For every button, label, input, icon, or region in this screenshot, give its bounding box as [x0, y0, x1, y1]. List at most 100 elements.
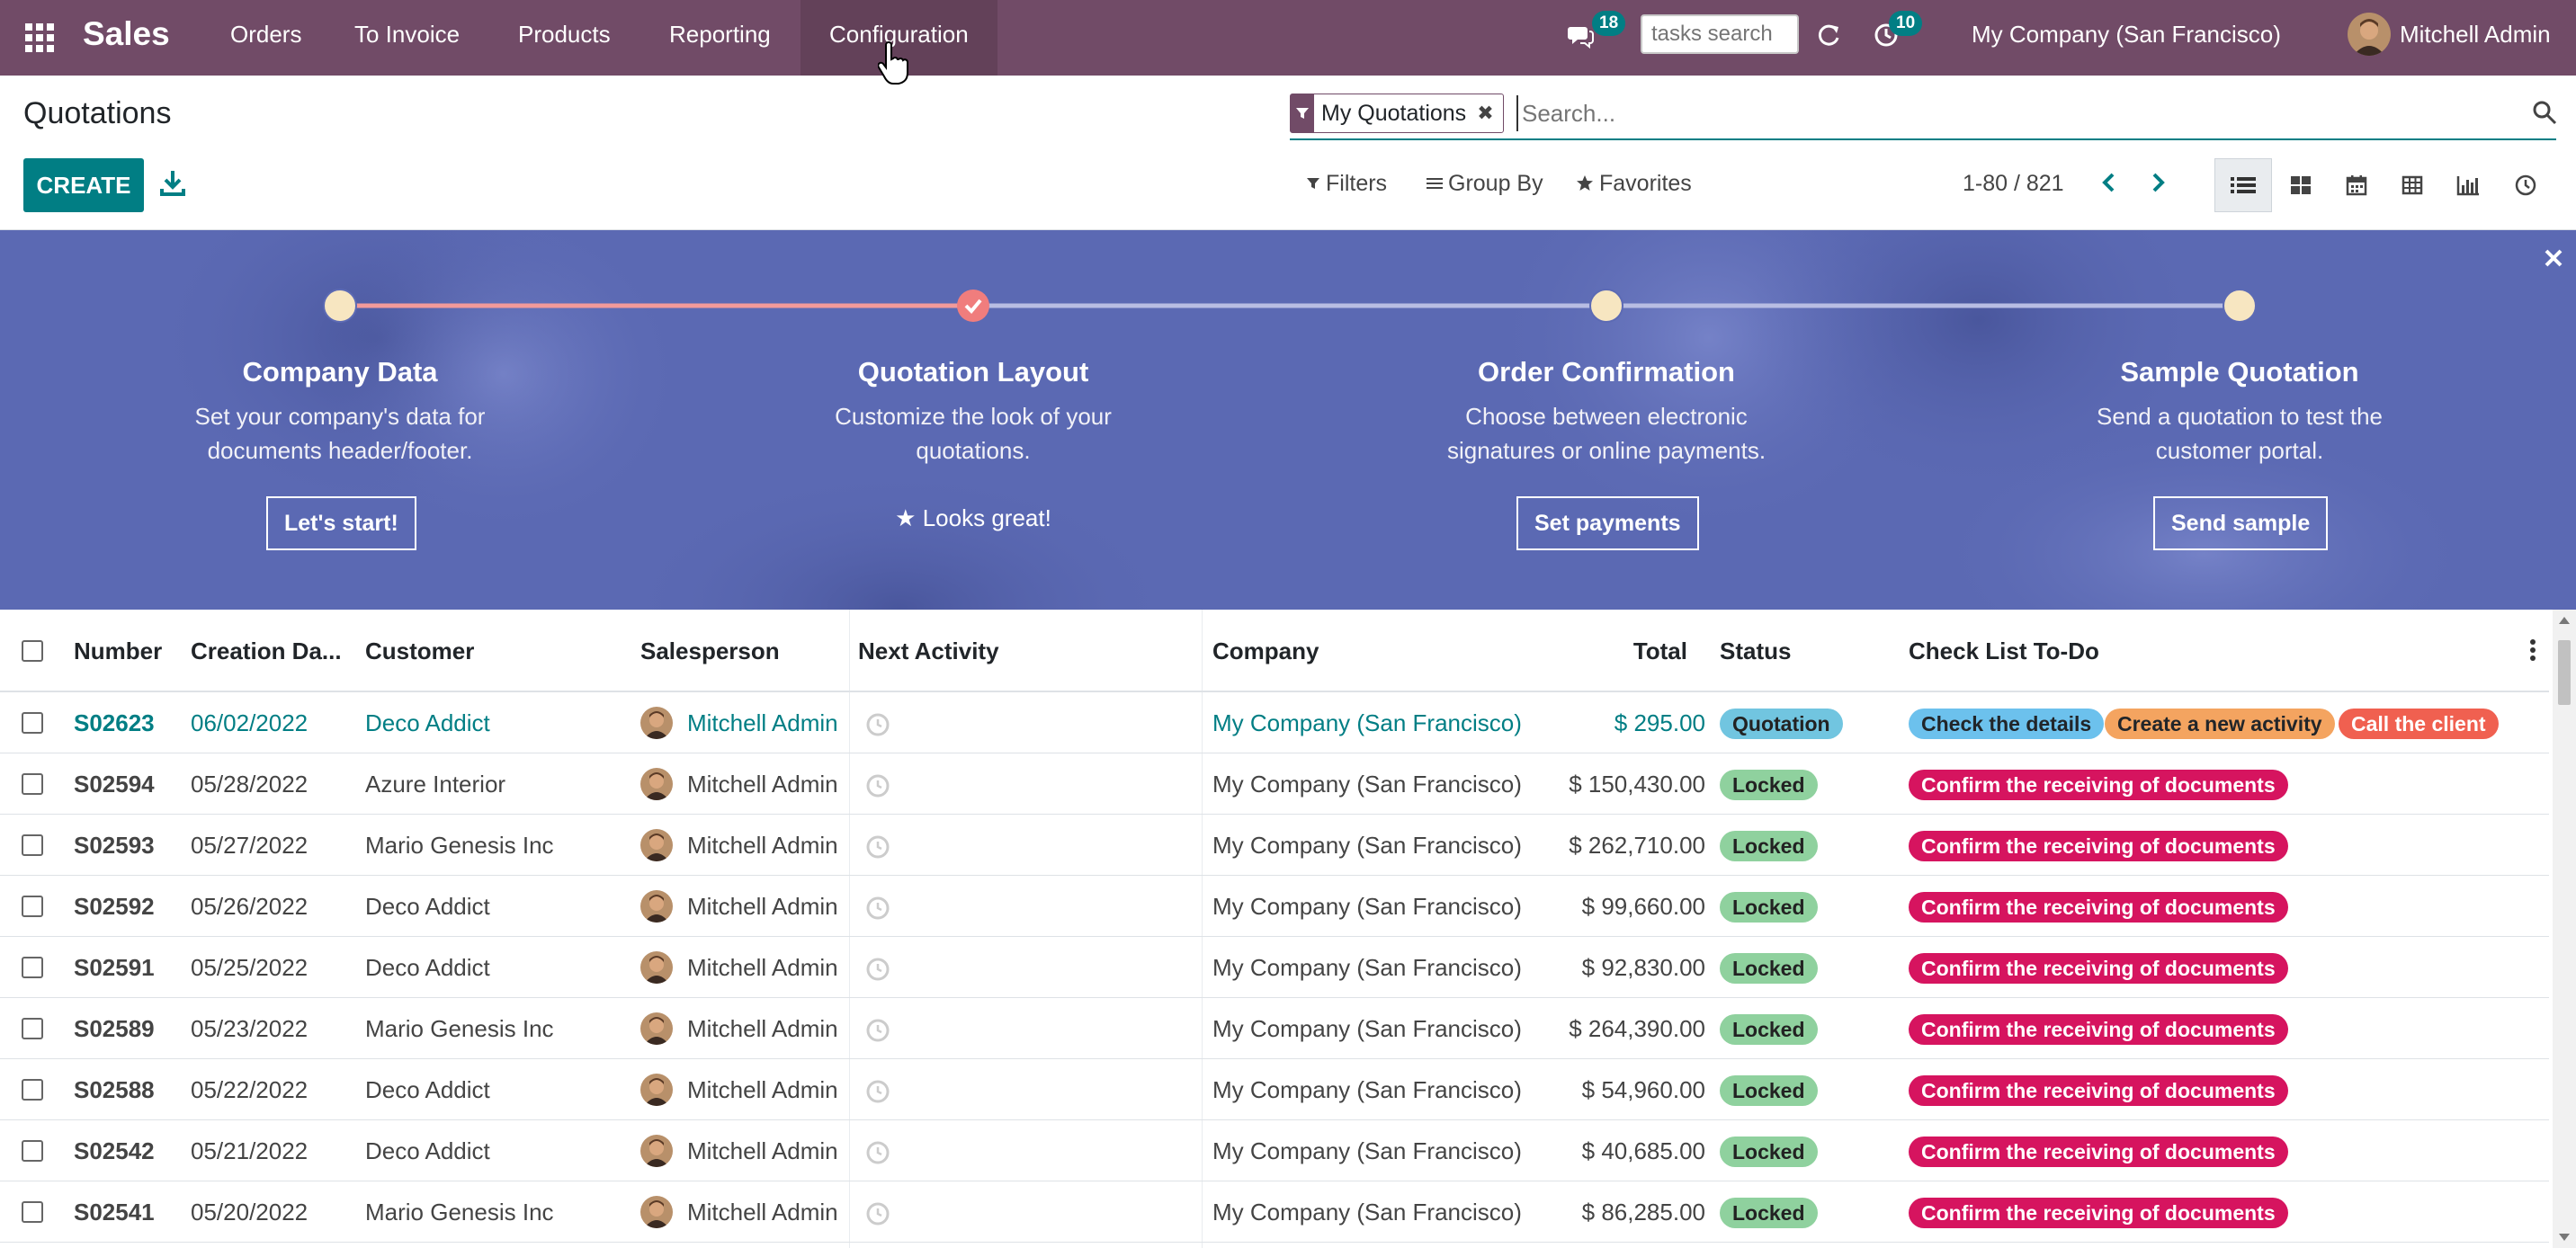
pager-next-icon[interactable]: [2144, 169, 2171, 196]
favorites-toggle[interactable]: Favorites: [1576, 167, 1692, 200]
quotation-number: S02623: [74, 709, 155, 736]
menu-to-invoice[interactable]: To Invoice: [326, 0, 488, 76]
list-scrollbar[interactable]: [2553, 610, 2576, 1248]
step-order-confirmation: Order Confirmation Choose between electr…: [1409, 354, 1804, 468]
download-icon[interactable]: [158, 167, 187, 200]
row-checkbox[interactable]: [22, 1201, 43, 1223]
pivot-view-button[interactable]: [2384, 158, 2441, 212]
table-row[interactable]: S02623 06/02/2022 Deco Addict Mitchell Admi…: [0, 692, 2549, 753]
column-next-activity[interactable]: Next Activity: [858, 610, 999, 692]
activity-clock-icon[interactable]: [865, 896, 890, 921]
column-status[interactable]: Status: [1720, 610, 1791, 692]
scroll-thumb[interactable]: [2558, 640, 2571, 705]
step-desc-line: Choose between electronic: [1465, 403, 1748, 430]
checklist-tag[interactable]: Confirm the receiving of documents: [1909, 892, 2288, 923]
salesperson-name: Mitchell Admin: [687, 1015, 838, 1042]
messages-icon[interactable]: [1567, 23, 1594, 49]
step-description: Choose between electronic signatures or …: [1409, 399, 1804, 468]
search-icon[interactable]: [2531, 99, 2558, 126]
activity-view-button[interactable]: [2497, 158, 2554, 212]
column-number[interactable]: Number: [74, 610, 162, 692]
checklist-tag[interactable]: Create a new activity: [2105, 709, 2335, 739]
activity-clock-icon[interactable]: [865, 1140, 890, 1165]
checklist-tag[interactable]: Confirm the receiving of documents: [1909, 1075, 2288, 1106]
refresh-icon[interactable]: [1815, 22, 1842, 49]
checklist-tag[interactable]: Confirm the receiving of documents: [1909, 1137, 2288, 1167]
column-company[interactable]: Company: [1212, 610, 1319, 692]
list-view-button[interactable]: [2214, 158, 2272, 212]
optional-columns-icon[interactable]: [2526, 637, 2540, 664]
step-description: Send a quotation to test the customer po…: [2042, 399, 2437, 468]
activity-clock-icon[interactable]: [865, 1018, 890, 1043]
table-row[interactable]: S02593 05/27/2022 Mario Genesis Inc Mitchel…: [0, 815, 2549, 876]
user-menu[interactable]: Mitchell Admin: [2400, 16, 2551, 52]
total-amount: $ 92,830.00: [1581, 954, 1705, 981]
table-row[interactable]: S02542 05/21/2022 Deco Addict Mitchell Admi…: [0, 1120, 2549, 1181]
search-input[interactable]: [1516, 95, 2506, 131]
activity-clock-icon[interactable]: [865, 1201, 890, 1226]
checklist-tag[interactable]: Confirm the receiving of documents: [1909, 953, 2288, 984]
kanban-view-button[interactable]: [2272, 158, 2330, 212]
app-brand[interactable]: Sales: [83, 16, 170, 52]
facet-remove-icon[interactable]: ✖: [1477, 102, 1502, 125]
checklist-tag[interactable]: Confirm the receiving of documents: [1909, 1014, 2288, 1045]
lets-start-button[interactable]: Let's start!: [266, 496, 416, 550]
row-checkbox[interactable]: [22, 1018, 43, 1039]
column-customer[interactable]: Customer: [365, 610, 474, 692]
scroll-up-arrow-icon[interactable]: [2559, 617, 2570, 624]
scroll-down-arrow-icon[interactable]: [2559, 1234, 2570, 1241]
step-title: Order Confirmation: [1478, 356, 1735, 388]
column-total[interactable]: Total: [1529, 610, 1687, 692]
row-checkbox[interactable]: [22, 712, 43, 734]
checklist-tag[interactable]: Confirm the receiving of documents: [1909, 770, 2288, 800]
row-checkbox[interactable]: [22, 834, 43, 856]
send-sample-button[interactable]: Send sample: [2153, 496, 2329, 550]
pager-previous-icon[interactable]: [2096, 169, 2123, 196]
column-checklist[interactable]: Check List To-Do: [1909, 610, 2099, 692]
table-row[interactable]: S02589 05/23/2022 Mario Genesis Inc Mitchel…: [0, 998, 2549, 1059]
activity-clock-icon[interactable]: [865, 1079, 890, 1104]
row-checkbox[interactable]: [22, 896, 43, 917]
table-row[interactable]: S02588 05/22/2022 Deco Addict Mitchell Admi…: [0, 1059, 2549, 1120]
table-row[interactable]: S02594 05/28/2022 Azure Interior Mitchell A…: [0, 753, 2549, 815]
activity-clock-icon[interactable]: [865, 712, 890, 737]
onboarding-banner: Company Data Set your company's data for…: [0, 230, 2576, 610]
checklist-tag[interactable]: Confirm the receiving of documents: [1909, 831, 2288, 861]
salesperson-name: Mitchell Admin: [687, 954, 838, 981]
row-checkbox[interactable]: [22, 1140, 43, 1162]
salesperson-avatar: [640, 1135, 673, 1167]
menu-products[interactable]: Products: [489, 0, 640, 76]
pager-value[interactable]: 1-80 / 821: [1963, 167, 2064, 200]
activity-clock-icon[interactable]: [865, 834, 890, 860]
checklist-tag[interactable]: Confirm the receiving of documents: [1909, 1198, 2288, 1228]
create-button[interactable]: CREATE: [23, 158, 144, 212]
row-checkbox[interactable]: [22, 773, 43, 795]
graph-view-button[interactable]: [2439, 158, 2497, 212]
group-by-toggle[interactable]: Group By: [1427, 167, 1543, 200]
column-creation-date[interactable]: Creation Da...: [191, 610, 342, 692]
calendar-view-button[interactable]: [2328, 158, 2385, 212]
table-row[interactable]: S02591 05/25/2022 Deco Addict Mitchell Admi…: [0, 937, 2549, 998]
row-checkbox[interactable]: [22, 957, 43, 978]
menu-reporting[interactable]: Reporting: [640, 0, 800, 76]
column-salesperson[interactable]: Salesperson: [640, 610, 780, 692]
set-payments-button[interactable]: Set payments: [1516, 496, 1699, 550]
row-checkbox[interactable]: [22, 1079, 43, 1101]
table-row[interactable]: S02541 05/20/2022 Mario Genesis Inc Mitchel…: [0, 1181, 2549, 1243]
salesperson-name: Mitchell Admin: [687, 1199, 838, 1226]
select-all-checkbox[interactable]: [22, 640, 43, 662]
filters-toggle[interactable]: Filters: [1306, 167, 1387, 200]
menu-orders[interactable]: Orders: [201, 0, 330, 76]
tasks-search-input[interactable]: [1641, 14, 1799, 54]
company-switcher[interactable]: My Company (San Francisco): [1972, 16, 2281, 52]
activity-clock-icon[interactable]: [865, 957, 890, 982]
apps-menu-icon[interactable]: [23, 22, 56, 54]
table-row[interactable]: S02592 05/26/2022 Deco Addict Mitchell Admi…: [0, 876, 2549, 937]
user-avatar[interactable]: [2348, 13, 2391, 56]
close-banner-icon[interactable]: [2542, 246, 2565, 270]
filter-icon: [1307, 178, 1319, 189]
checklist-tag[interactable]: Call the client: [2339, 709, 2499, 739]
activity-clock-icon[interactable]: [865, 773, 890, 798]
checklist-tag[interactable]: Check the details: [1909, 709, 2105, 739]
creation-date: 05/27/2022: [191, 832, 309, 859]
